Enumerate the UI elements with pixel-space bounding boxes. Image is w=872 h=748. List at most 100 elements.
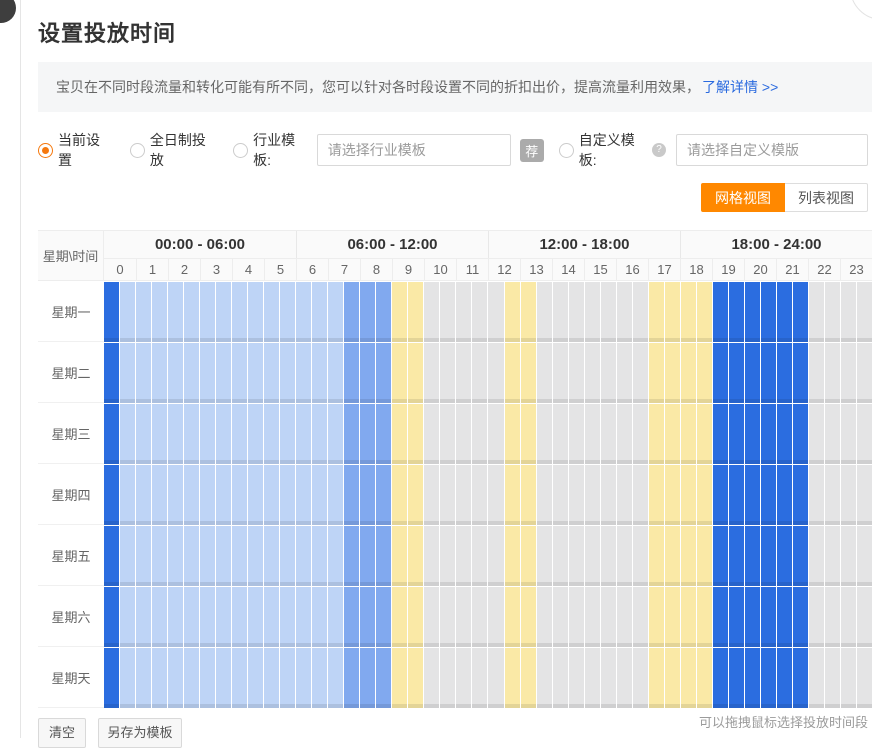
time-slot[interactable] xyxy=(344,343,359,403)
time-slot[interactable] xyxy=(809,282,824,342)
time-slot[interactable] xyxy=(104,404,119,464)
time-slot[interactable] xyxy=(408,526,423,586)
time-slot[interactable] xyxy=(280,343,295,403)
time-slot[interactable] xyxy=(152,282,167,342)
time-slot[interactable] xyxy=(440,526,455,586)
time-slot[interactable] xyxy=(200,465,215,525)
time-slot[interactable] xyxy=(392,648,407,708)
time-slot[interactable] xyxy=(665,526,680,586)
time-slot[interactable] xyxy=(713,465,728,525)
time-slot[interactable] xyxy=(296,404,311,464)
time-slot[interactable] xyxy=(184,404,199,464)
time-slot[interactable] xyxy=(665,282,680,342)
time-slot[interactable] xyxy=(665,648,680,708)
time-slot[interactable] xyxy=(280,404,295,464)
time-slot[interactable] xyxy=(569,404,584,464)
time-slot[interactable] xyxy=(585,282,600,342)
time-slot[interactable] xyxy=(777,404,792,464)
time-slot[interactable] xyxy=(168,282,183,342)
time-slot[interactable] xyxy=(585,526,600,586)
time-slot[interactable] xyxy=(745,587,760,647)
time-slot[interactable] xyxy=(649,282,664,342)
time-slot[interactable] xyxy=(777,587,792,647)
time-slot[interactable] xyxy=(136,648,151,708)
custom-template-select[interactable] xyxy=(676,134,868,166)
time-slot[interactable] xyxy=(729,648,744,708)
time-slot[interactable] xyxy=(617,343,632,403)
time-slot[interactable] xyxy=(120,526,135,586)
time-slot[interactable] xyxy=(440,282,455,342)
time-slot[interactable] xyxy=(793,282,808,342)
time-slot[interactable] xyxy=(857,648,872,708)
time-slot[interactable] xyxy=(537,343,552,403)
time-slot[interactable] xyxy=(488,526,503,586)
time-slot[interactable] xyxy=(809,343,824,403)
time-slot[interactable] xyxy=(761,648,776,708)
time-slot[interactable] xyxy=(665,465,680,525)
time-slot[interactable] xyxy=(424,526,439,586)
time-slot[interactable] xyxy=(376,648,391,708)
time-slot[interactable] xyxy=(729,526,744,586)
time-slot[interactable] xyxy=(280,282,295,342)
time-slot[interactable] xyxy=(424,282,439,342)
time-slot[interactable] xyxy=(392,343,407,403)
time-slot[interactable] xyxy=(537,648,552,708)
time-slot[interactable] xyxy=(456,404,471,464)
time-slot[interactable] xyxy=(328,526,343,586)
time-slot[interactable] xyxy=(296,587,311,647)
time-slot[interactable] xyxy=(681,404,696,464)
time-slot[interactable] xyxy=(248,587,263,647)
time-slot[interactable] xyxy=(488,648,503,708)
time-slot[interactable] xyxy=(697,526,712,586)
time-slot[interactable] xyxy=(184,343,199,403)
time-slot[interactable] xyxy=(569,526,584,586)
time-slot[interactable] xyxy=(633,465,648,525)
time-slot[interactable] xyxy=(360,404,375,464)
time-slot[interactable] xyxy=(312,526,327,586)
time-slot[interactable] xyxy=(280,587,295,647)
time-slot[interactable] xyxy=(488,404,503,464)
time-slot[interactable] xyxy=(585,404,600,464)
time-slot[interactable] xyxy=(601,465,616,525)
time-slot[interactable] xyxy=(825,343,840,403)
time-slot[interactable] xyxy=(617,648,632,708)
time-slot[interactable] xyxy=(152,465,167,525)
time-slot[interactable] xyxy=(857,343,872,403)
time-slot[interactable] xyxy=(392,282,407,342)
floating-assistant-icon[interactable] xyxy=(0,0,16,23)
time-slot[interactable] xyxy=(472,526,487,586)
time-slot[interactable] xyxy=(745,343,760,403)
time-slot[interactable] xyxy=(200,404,215,464)
industry-template-select[interactable] xyxy=(317,134,511,166)
time-slot[interactable] xyxy=(761,343,776,403)
time-slot[interactable] xyxy=(825,465,840,525)
time-slot[interactable] xyxy=(184,465,199,525)
time-slot[interactable] xyxy=(344,587,359,647)
time-slot[interactable] xyxy=(681,282,696,342)
time-slot[interactable] xyxy=(569,648,584,708)
time-slot[interactable] xyxy=(633,526,648,586)
time-slot[interactable] xyxy=(713,343,728,403)
time-slot[interactable] xyxy=(825,404,840,464)
time-slot[interactable] xyxy=(681,587,696,647)
time-slot[interactable] xyxy=(505,587,520,647)
time-slot[interactable] xyxy=(569,587,584,647)
time-slot[interactable] xyxy=(280,465,295,525)
time-slot[interactable] xyxy=(841,526,856,586)
time-slot[interactable] xyxy=(729,282,744,342)
time-slot[interactable] xyxy=(120,465,135,525)
time-slot[interactable] xyxy=(521,282,536,342)
time-slot[interactable] xyxy=(633,587,648,647)
time-slot[interactable] xyxy=(521,526,536,586)
time-slot[interactable] xyxy=(328,343,343,403)
time-slot[interactable] xyxy=(360,343,375,403)
time-slot[interactable] xyxy=(537,282,552,342)
time-slot[interactable] xyxy=(488,282,503,342)
time-slot[interactable] xyxy=(152,648,167,708)
time-slot[interactable] xyxy=(104,343,119,403)
time-slot[interactable] xyxy=(681,648,696,708)
time-slot[interactable] xyxy=(681,465,696,525)
time-slot[interactable] xyxy=(472,282,487,342)
time-slot[interactable] xyxy=(216,465,231,525)
time-slot[interactable] xyxy=(585,343,600,403)
